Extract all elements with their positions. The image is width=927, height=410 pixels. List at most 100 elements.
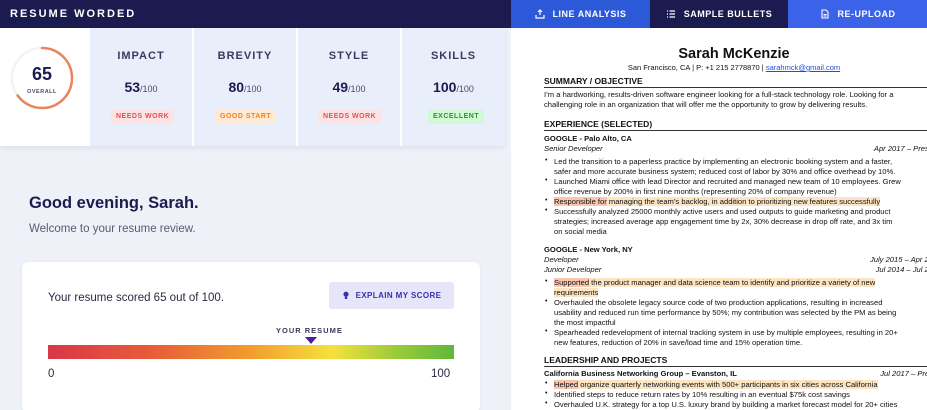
brand-logo[interactable]: RESUME WORDED — [10, 8, 136, 20]
resume-document[interactable]: Sarah McKenzie San Francisco, CA | P: +1… — [511, 28, 927, 410]
resume-line[interactable]: I’m a hardworking, results-driven softwa… — [544, 90, 894, 99]
resume-line[interactable]: strategies; increased average app engage… — [554, 217, 892, 226]
metric-score: 100/100 — [402, 79, 505, 97]
document-icon — [820, 9, 829, 19]
metric-score: 80/100 — [194, 79, 296, 97]
status-badge: NEEDS WORK — [111, 110, 175, 124]
tab-sample-bullets[interactable]: SAMPLE BULLETS — [650, 0, 788, 28]
explain-my-score-button[interactable]: EXPLAIN MY SCORE — [329, 282, 454, 309]
resume-line[interactable]: Spearheaded redevelopment of internal tr… — [554, 328, 898, 337]
job-company: GOOGLE - Palo Alto, CA — [544, 134, 632, 143]
metric-title: STYLE — [328, 50, 370, 62]
flagged-phrase[interactable]: Responsible for — [554, 197, 607, 206]
highlighted-resume-line[interactable]: requirements — [554, 288, 599, 297]
resume-line[interactable]: challenging role in an organization that… — [544, 100, 867, 109]
metric-title: SKILLS — [430, 50, 477, 62]
highlighted-text: organize quarterly networking events wit… — [578, 380, 878, 389]
resume-contact: San Francisco, CA | P: +1 215 2778870 | … — [511, 63, 927, 72]
metric-score-value: 53 — [124, 79, 141, 95]
metric-impact[interactable]: IMPACT 53/100 NEEDS WORK — [88, 28, 192, 146]
tab-line-analysis-label: LINE ANALYSIS — [552, 9, 627, 19]
metric-skills[interactable]: SKILLS 100/100 EXCELLENT — [400, 28, 505, 146]
score-gradient-bar — [48, 345, 454, 359]
tab-re-upload[interactable]: RE-UPLOAD — [788, 0, 927, 28]
bullet-icon: • — [545, 390, 548, 397]
status-badge: NEEDS WORK — [318, 110, 382, 124]
welcome-text: Welcome to your resume review. — [29, 223, 196, 235]
bullet-icon: • — [545, 157, 548, 164]
resume-line[interactable]: usability and reduced run time performan… — [554, 308, 896, 317]
bullet-icon: • — [545, 380, 548, 387]
status-badge: EXCELLENT — [428, 110, 485, 124]
bullet-icon: • — [545, 328, 548, 335]
metric-score-value: 49 — [332, 79, 349, 95]
overall-score-label: OVERALL — [27, 89, 57, 95]
highlighted-resume-line[interactable]: Supported the product manager and data s… — [554, 278, 876, 287]
metric-style[interactable]: STYLE 49/100 NEEDS WORK — [296, 28, 400, 146]
resume-line[interactable]: Launched Miami office with lead Director… — [554, 177, 901, 186]
highlighted-resume-line[interactable]: Responsible for managing the team’s back… — [554, 197, 881, 206]
metric-brevity[interactable]: BREVITY 80/100 GOOD START — [192, 28, 296, 146]
overall-score-value: 65 — [31, 64, 53, 84]
score-summary-text: Your resume scored 65 out of 100. — [48, 292, 225, 304]
resume-line[interactable]: new features, reduction of 20% in save/l… — [554, 338, 802, 347]
top-bar: RESUME WORDED LINE ANALYSIS SAMPLE BULLE… — [0, 0, 927, 28]
flagged-phrase[interactable]: Supported — [554, 278, 590, 287]
highlighted-text: the product manager and data science tea… — [589, 278, 876, 287]
job-dates: Jul 2017 – Pres — [880, 369, 927, 378]
resume-name: Sarah McKenzie — [678, 46, 790, 62]
metric-score: 49/100 — [298, 79, 400, 97]
metric-score-denominator: /100 — [244, 84, 262, 94]
tab-sample-bullets-label: SAMPLE BULLETS — [683, 9, 773, 19]
bullet-icon: • — [545, 207, 548, 214]
bullet-icon: • — [545, 197, 548, 204]
job-dates: Jul 2014 – Jul 20 — [875, 265, 927, 274]
resume-line[interactable]: on social media — [554, 227, 607, 236]
resume-line[interactable]: Led the transition to a paperless practi… — [554, 157, 892, 166]
score-marker-label: YOUR RESUME — [276, 326, 343, 335]
metric-score-value: 80 — [228, 79, 245, 95]
job-dates: Apr 2017 – Prese — [873, 144, 927, 153]
metric-title: IMPACT — [117, 50, 165, 62]
upload-tray-icon — [534, 9, 545, 19]
resume-line[interactable]: the most impactful — [554, 318, 616, 327]
bullet-icon: • — [545, 278, 548, 285]
contact-details: San Francisco, CA | P: +1 215 2778870 | — [627, 63, 766, 72]
scale-min-label: 0 — [48, 368, 55, 380]
job-title: Developer — [544, 255, 579, 264]
explain-my-score-label: EXPLAIN MY SCORE — [355, 291, 442, 300]
job-company: GOOGLE - New York, NY — [544, 245, 633, 254]
metric-score-denominator: /100 — [140, 84, 158, 94]
section-heading-summary: SUMMARY / OBJECTIVE — [544, 76, 927, 88]
job-dates: July 2015 – Apr 20 — [869, 255, 927, 264]
resume-line[interactable]: Successfully analyzed 25000 monthly acti… — [554, 207, 890, 216]
list-icon — [666, 10, 675, 18]
scale-max-label: 100 — [431, 368, 451, 380]
highlighted-resume-line[interactable]: Helped organize quarterly networking eve… — [554, 380, 878, 389]
highlighted-text: requirements — [554, 288, 599, 297]
metric-score-value: 100 — [433, 79, 457, 95]
resume-line[interactable]: Identified steps to reduce return rates … — [554, 390, 850, 399]
tab-re-upload-label: RE-UPLOAD — [837, 9, 896, 19]
email-link[interactable]: sarahmck@gmail.com — [766, 63, 840, 72]
flagged-phrase[interactable]: Helped — [554, 380, 579, 389]
job-title: Senior Developer — [544, 144, 603, 153]
section-heading-leadership: LEADERSHIP AND PROJECTS — [544, 355, 927, 367]
tab-line-analysis[interactable]: LINE ANALYSIS — [511, 0, 650, 28]
metric-score: 53/100 — [90, 79, 192, 97]
score-panel: 65 OVERALL IMPACT 53/100 NEEDS WORK BREV… — [0, 28, 511, 410]
metric-title: BREVITY — [217, 50, 273, 62]
score-strip: 65 OVERALL IMPACT 53/100 NEEDS WORK BREV… — [0, 28, 505, 146]
job-company: California Business Networking Group – E… — [544, 369, 737, 378]
overall-score[interactable]: 65 OVERALL — [0, 28, 88, 146]
resume-line[interactable]: Overhauled the obsolete legacy source co… — [554, 298, 882, 307]
resume-line[interactable]: office revenue by 200% in first nine mon… — [554, 187, 837, 196]
bullet-icon: • — [545, 177, 548, 184]
resume-line[interactable]: Overhauled U.K. strategy for a top U.S. … — [554, 400, 897, 409]
resume-line[interactable]: safer and more accurate business system;… — [554, 167, 895, 176]
resume-review-app: RESUME WORDED LINE ANALYSIS SAMPLE BULLE… — [0, 0, 927, 410]
bullet-icon: • — [545, 298, 548, 305]
greeting-heading: Good evening, Sarah. — [29, 194, 199, 212]
bullet-icon: • — [545, 400, 548, 407]
job-title: Junior Developer — [544, 265, 602, 274]
